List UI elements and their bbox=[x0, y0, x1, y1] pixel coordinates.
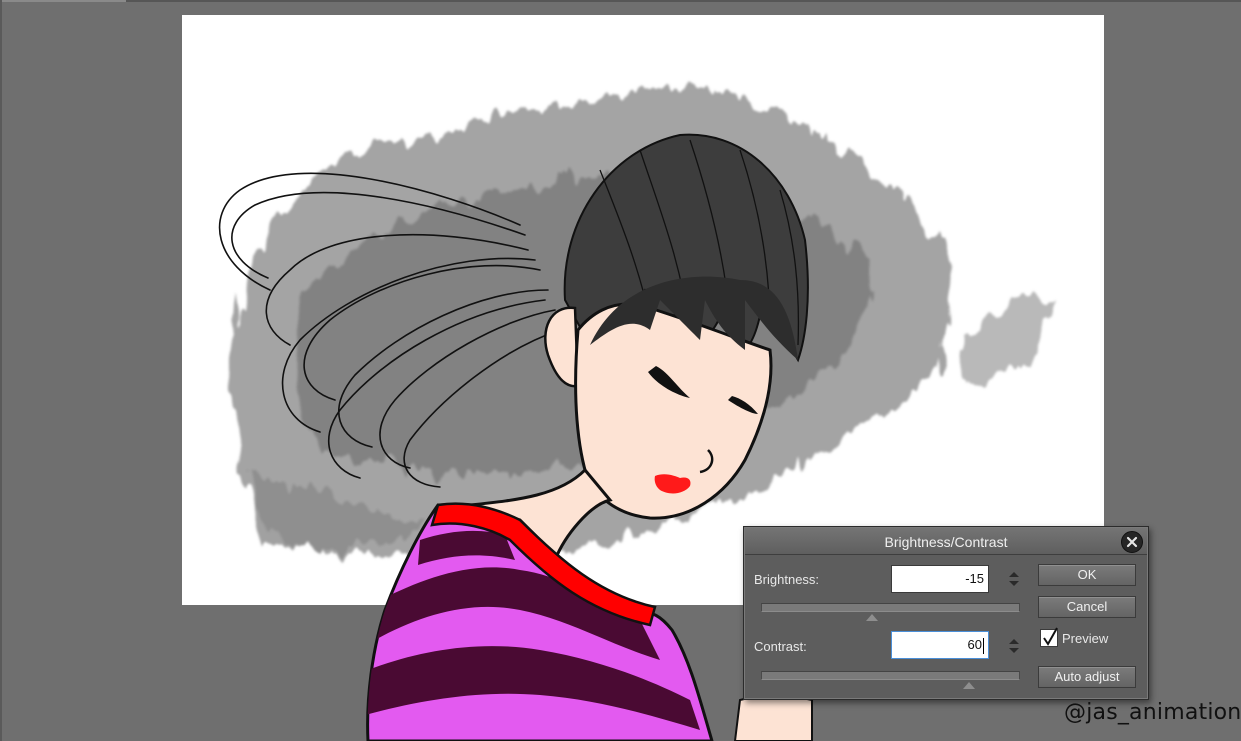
dialog-titlebar[interactable]: Brightness/Contrast bbox=[745, 528, 1147, 555]
contrast-slider-track[interactable] bbox=[761, 671, 1020, 680]
brightness-input[interactable]: -15 bbox=[891, 565, 989, 593]
contrast-slider-thumb[interactable] bbox=[963, 682, 975, 689]
ok-button[interactable]: OK bbox=[1038, 564, 1136, 586]
brightness-slider-track[interactable] bbox=[761, 603, 1020, 612]
cancel-button[interactable]: Cancel bbox=[1038, 596, 1136, 618]
preview-checkbox[interactable] bbox=[1040, 627, 1058, 647]
watermark-text: @jas_animation bbox=[1064, 700, 1241, 725]
auto-adjust-button[interactable]: Auto adjust bbox=[1038, 666, 1136, 688]
contrast-value: 60 bbox=[967, 637, 982, 652]
brightness-slider-thumb[interactable] bbox=[866, 614, 878, 621]
contrast-label: Contrast: bbox=[754, 639, 807, 654]
dialog-title: Brightness/Contrast bbox=[884, 534, 1008, 550]
preview-label: Preview bbox=[1062, 631, 1109, 646]
text-caret bbox=[983, 637, 984, 654]
close-button[interactable] bbox=[1121, 531, 1143, 553]
contrast-input[interactable]: 60 bbox=[891, 631, 989, 659]
brightness-spinner-icon[interactable] bbox=[1007, 569, 1021, 589]
brightness-label: Brightness: bbox=[754, 572, 820, 587]
brightness-contrast-dialog[interactable]: Brightness/Contrast Brightness: -15 Cont… bbox=[743, 526, 1149, 700]
checkmark-icon bbox=[1043, 627, 1058, 646]
contrast-spinner-icon[interactable] bbox=[1007, 636, 1021, 656]
close-icon bbox=[1126, 536, 1138, 548]
